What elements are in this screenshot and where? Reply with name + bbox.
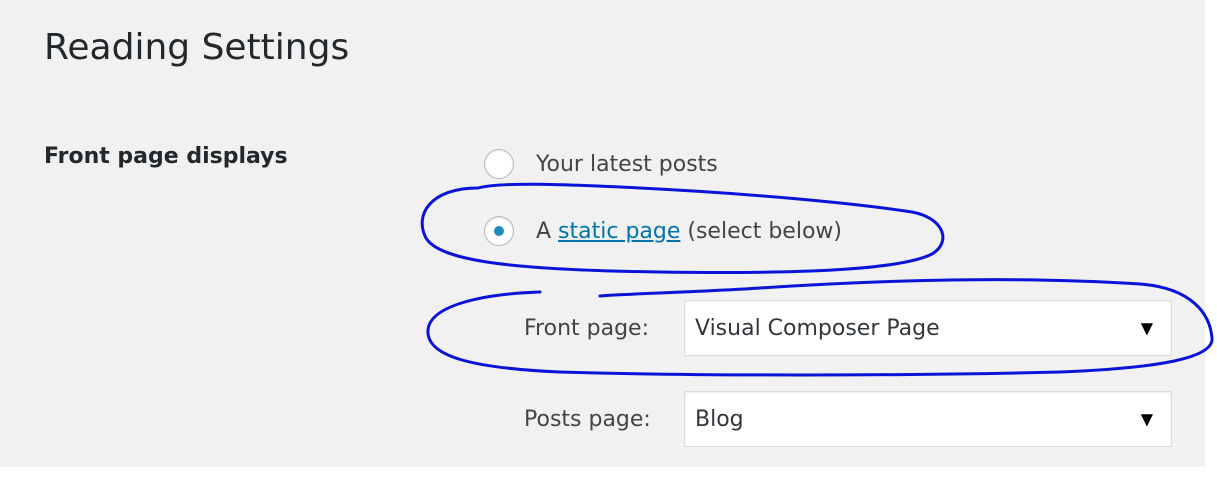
dropdown-arrow-icon: ▼ <box>1140 409 1153 429</box>
latest-posts-radio-label[interactable]: Your latest posts <box>536 152 718 177</box>
static-page-label-suffix: (select below) <box>680 218 842 244</box>
static-page-radio[interactable] <box>484 216 514 246</box>
front-page-select-label: Front page: <box>524 315 649 341</box>
posts-page-select[interactable]: Blog ▼ <box>684 391 1172 447</box>
static-page-radio-label[interactable]: A static page (select below) <box>536 219 842 244</box>
posts-page-selected-value: Blog <box>695 406 744 432</box>
settings-page: Reading Settings Front page displays You… <box>0 0 1205 467</box>
latest-posts-label-text: Your latest posts <box>536 151 718 177</box>
radio-option-latest-posts[interactable]: Your latest posts <box>484 147 718 181</box>
posts-page-select-row: Posts page: Blog ▼ <box>524 391 1172 447</box>
posts-page-select-label: Posts page: <box>524 406 651 432</box>
front-page-select-row: Front page: Visual Composer Page ▼ <box>524 300 1172 356</box>
static-page-link[interactable]: static page <box>558 219 680 244</box>
latest-posts-radio[interactable] <box>484 149 514 179</box>
dropdown-arrow-icon: ▼ <box>1140 318 1153 338</box>
static-page-label-prefix: A <box>536 218 559 244</box>
radio-option-static-page[interactable]: A static page (select below) <box>484 214 842 248</box>
front-page-select[interactable]: Visual Composer Page ▼ <box>684 300 1172 356</box>
front-page-selected-value: Visual Composer Page <box>695 315 940 341</box>
front-page-displays-label: Front page displays <box>44 144 288 169</box>
page-title: Reading Settings <box>44 27 350 68</box>
